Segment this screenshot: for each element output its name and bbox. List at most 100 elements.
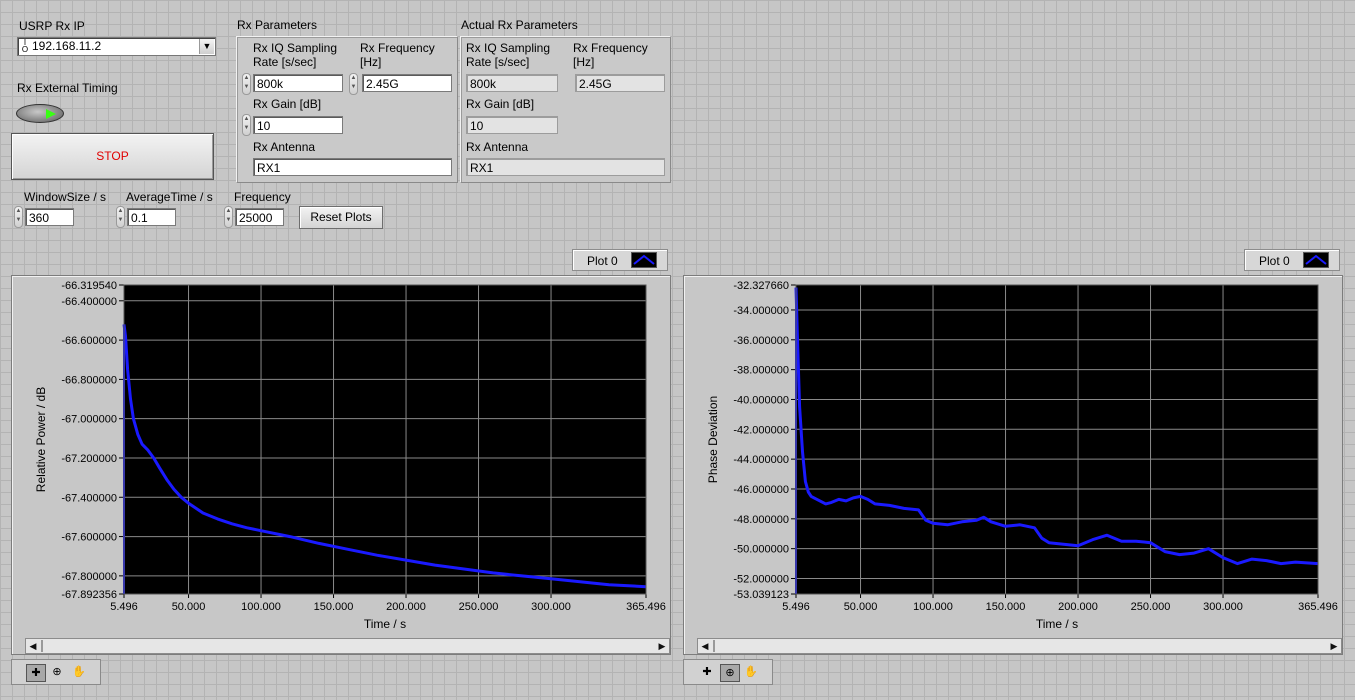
x-tick-label: 100.000 [241,601,281,613]
y-tick-label: -34.000000 [733,305,789,317]
rx-antenna-input[interactable]: RX1 [253,158,452,176]
window-size-input[interactable]: 360 [25,208,74,226]
y-tick-label: -40.000000 [733,394,789,406]
window-size-spinner[interactable]: ▲ ▼ [14,206,23,228]
window-size-label: WindowSize / s [24,190,107,204]
stop-button[interactable]: STOP [11,133,214,180]
plot-legend-1[interactable]: Plot 0 [572,249,668,271]
plot-legend-1-label: Plot 0 [587,254,618,268]
x-tick-label: 300.000 [1203,601,1243,613]
scroll-left-icon[interactable]: ◀ [26,639,40,653]
io-resource-icon: IO [21,38,29,54]
plot-area[interactable] [124,285,646,594]
y-tick-label: -46.000000 [733,484,789,496]
x-tick-label: 50.000 [172,601,206,613]
rx-frequency-label: Rx Frequency [Hz] [360,41,435,69]
zoom-icon[interactable]: ⊕ [720,664,740,682]
y-axis-title: Relative Power / dB [34,387,48,492]
actual-rx-parameters-title: Actual Rx Parameters [461,18,578,32]
x-axis-title: Time / s [364,617,406,631]
rx-iq-rate-input[interactable]: 800k [253,74,343,92]
x-tick-label: 200.000 [386,601,426,613]
actual-frequency-value: 2.45G [575,74,665,92]
y-tick-label: -67.600000 [61,532,117,544]
rx-gain-spinner[interactable]: ▲ ▼ [242,114,251,136]
rx-frequency-input[interactable]: 2.45G [362,74,452,92]
phase-chart[interactable]: -32.327660 -34.000000 -36.000000 -38.000000… [683,275,1343,637]
y-tick-label: -67.400000 [61,492,117,504]
plot-line-style-icon[interactable] [1303,252,1329,268]
scroll-thumb[interactable] [41,640,43,652]
scroll-thumb[interactable] [713,640,715,652]
actual-gain-label: Rx Gain [dB] [466,97,535,111]
usrp-ip-label: USRP Rx IP [19,19,85,33]
average-time-input[interactable]: 0.1 [127,208,176,226]
average-time-spinner[interactable]: ▲ ▼ [116,206,125,228]
x-tick-label: 200.000 [1058,601,1098,613]
actual-antenna-label: Rx Antenna [466,140,529,154]
y-tick-label: -38.000000 [733,365,789,377]
x-tick-label: 5.496 [782,601,810,613]
plot-line-style-icon[interactable] [631,252,657,268]
y-tick-label: -32.327660 [733,280,789,292]
rx-antenna-label: Rx Antenna [253,140,316,154]
y-tick-label: -50.000000 [733,544,789,556]
rx-gain-label: Rx Gain [dB] [253,97,322,111]
y-tick-label: -66.400000 [61,296,117,308]
actual-antenna-value: RX1 [466,158,665,176]
y-tick-label: -67.000000 [61,414,117,426]
dropdown-arrow-icon[interactable]: ▼ [199,39,214,54]
phase-graph-scrollbar[interactable]: ◀ ▶ [697,638,1342,654]
reset-plots-button[interactable]: Reset Plots [299,206,383,229]
power-graph-scrollbar[interactable]: ◀ ▶ [25,638,670,654]
y-tick-label: -52.000000 [733,573,789,585]
frequency-spinner[interactable]: ▲ ▼ [224,206,233,228]
x-tick-label: 5.496 [110,601,138,613]
x-tick-label: 50.000 [844,601,878,613]
x-tick-label: 365.496 [1298,601,1338,613]
cursor-move-icon[interactable]: ✚ [698,664,716,680]
y-tick-label: -67.200000 [61,453,117,465]
scroll-right-icon[interactable]: ▶ [1327,639,1341,653]
rx-iq-rate-label: Rx IQ Sampling Rate [s/sec] [253,41,338,69]
x-tick-label: 100.000 [913,601,953,613]
phase-graph-palette: ✚ ⊕ ✋ [683,659,773,685]
x-axis-title: Time / s [1036,617,1078,631]
y-tick-label: -67.800000 [61,571,117,583]
led-indicator-icon [46,109,56,119]
y-tick-label: -66.800000 [61,374,117,386]
scroll-right-icon[interactable]: ▶ [655,639,669,653]
stop-button-label: STOP [96,149,129,163]
y-axis-title: Phase Deviation [706,396,720,483]
zoom-icon[interactable]: ⊕ [48,664,66,680]
rx-frequency-spinner[interactable]: ▲ ▼ [349,73,358,95]
plot-legend-2[interactable]: Plot 0 [1244,249,1340,271]
x-tick-label: 150.000 [314,601,354,613]
scroll-left-icon[interactable]: ◀ [698,639,712,653]
power-chart[interactable]: -66.319540 -66.400000 -66.600000 -66.800000… [11,275,671,637]
pan-hand-icon[interactable]: ✋ [742,664,760,680]
reset-plots-label: Reset Plots [310,210,372,224]
y-tick-label: -48.000000 [733,514,789,526]
plot-area[interactable] [796,285,1318,594]
actual-frequency-label: Rx Frequency [Hz] [573,41,648,69]
rx-gain-input[interactable]: 10 [253,116,343,134]
frequency-input[interactable]: 25000 [235,208,284,226]
frequency-label: Frequency [234,190,291,204]
rx-parameters-title: Rx Parameters [237,18,318,32]
y-tick-label: -36.000000 [733,335,789,347]
rx-external-timing-led[interactable] [16,104,64,123]
y-tick-label: -53.039123 [733,589,789,601]
actual-iq-rate-value: 800k [466,74,558,92]
cursor-move-icon[interactable]: ✚ [26,664,46,682]
actual-gain-value: 10 [466,116,558,134]
y-tick-label: -42.000000 [733,424,789,436]
power-graph-palette: ✚ ⊕ ✋ [11,659,101,685]
average-time-label: AverageTime / s [126,190,213,204]
usrp-ip-combobox[interactable]: IO 192.168.11.2 ▼ [17,37,216,56]
rx-external-timing-label: Rx External Timing [17,81,118,95]
rx-iq-rate-spinner[interactable]: ▲ ▼ [242,73,251,95]
x-tick-label: 150.000 [986,601,1026,613]
pan-hand-icon[interactable]: ✋ [70,664,88,680]
y-tick-label: -66.600000 [61,335,117,347]
